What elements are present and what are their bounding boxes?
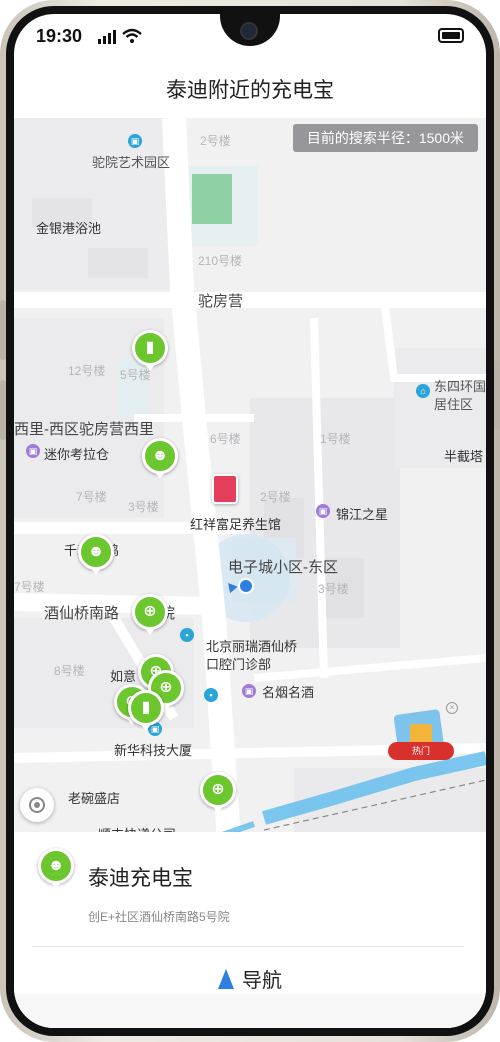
map-label: 半截塔 [444,449,484,464]
map-label: 西里-西区驼房营西里 [14,421,154,438]
map-label: 居住区 [434,397,474,412]
residential-icon: ⌂ [416,384,430,398]
hot-promo-badge[interactable]: 热门 × [386,702,458,770]
map-label: 电子城小区-东区 [228,559,338,576]
map-label: 1号楼 [320,432,351,446]
power-bank-pin[interactable]: ▮ [128,690,164,731]
map-label: 如意 [110,669,137,684]
map-label: 金银港浴池 [36,221,102,236]
map-label: 锦江之星 [336,507,389,522]
map-label: 驼房营 [198,293,244,310]
power-bank-pin[interactable]: ☻ [142,438,178,479]
spa-marker-icon[interactable] [212,474,238,504]
map-label: 酒仙桥南路 [44,605,120,622]
signal-icon [98,30,116,44]
map-label: 8号楼 [54,664,85,678]
map-label: 2号楼 [260,490,291,504]
current-location-dot [238,578,254,594]
map-label: 3号楼 [318,582,349,596]
power-bank-pin[interactable]: ☻ [78,534,114,575]
map-label: 老碗盛店 [68,791,121,806]
map-label: 2号楼 [200,134,231,148]
battery-icon: ▮ [141,699,151,716]
navigate-label: 导航 [242,970,282,992]
map-label: 北京丽瑞酒仙桥 [206,639,298,654]
map-label: 红祥富足养生馆 [190,517,282,532]
shop-icon: ▣ [26,444,40,458]
close-icon[interactable]: × [446,702,458,714]
camera-icon [240,22,258,40]
map-label: 7号楼 [14,580,45,594]
bus-stop-icon: ▪ [180,628,194,642]
status-bar: 19:30 [14,14,486,58]
map-label: 210号楼 [198,254,243,268]
shop-icon: ▣ [242,684,256,698]
wifi-icon [122,28,142,43]
power-bank-pin[interactable]: ⊕ [132,594,168,635]
plug-icon: ⊕ [211,781,225,798]
map-label: 3号楼 [128,500,159,514]
station-pin-icon: ☻ [38,848,74,889]
power-bank-pin[interactable]: ⊕ [200,772,236,813]
map-view[interactable]: 目前的搜索半径：1500米 ▣ ⌂ ▣ ▣ ▪ ▪ ▣ ▣ ▪ 驼院艺术园区 2… [14,118,486,842]
map-label: 迷你考拉仓 [44,447,110,462]
screen: 19:30 泰迪附近的充电宝 目前的搜索半径：1500米 ▣ ⌂ ▣ ▣ ▪ ▪… [14,14,486,1028]
plug-icon: ⊕ [143,603,157,620]
map-label: 6号楼 [210,432,241,446]
page-title: 泰迪附近的充电宝 [166,79,334,102]
power-button [494,360,500,430]
attraction-icon: ▣ [128,134,142,148]
map-label: 口腔门诊部 [206,657,272,672]
map-peek-strip [14,994,486,1028]
search-radius-label: 目前的搜索半径：1500米 [292,124,478,152]
map-label: 东四环国 [434,379,486,394]
bear-icon: ☻ [87,543,105,560]
hotel-icon: ▣ [316,504,330,518]
map-label: 7号楼 [76,490,107,504]
station-name: 泰迪充电宝 [88,867,193,890]
battery-icon: ▮ [145,339,155,356]
page-header: 泰迪附近的充电宝 [14,74,486,118]
divider [32,946,464,947]
map-label: 名烟名酒 [262,685,315,700]
battery-icon [438,28,464,43]
phone-frame: 19:30 泰迪附近的充电宝 目前的搜索半径：1500米 ▣ ⌂ ▣ ▣ ▪ ▪… [0,0,500,1042]
map-label: 驼院艺术园区 [92,155,171,170]
station-address: 创E+社区酒仙桥南路5号院 [88,910,230,924]
map-label: 12号楼 [68,364,106,378]
locate-me-button[interactable] [20,788,54,822]
status-time: 19:30 [36,26,83,46]
bear-icon: ☻ [151,447,169,464]
bus-stop-icon: ▪ [204,688,218,702]
power-bank-pin[interactable]: ▮ [132,330,168,371]
map-label: 新华科技大厦 [114,743,193,758]
hot-label: 热门 [388,742,454,760]
navigation-arrow-icon [218,969,234,989]
bear-icon: ☻ [47,857,65,874]
